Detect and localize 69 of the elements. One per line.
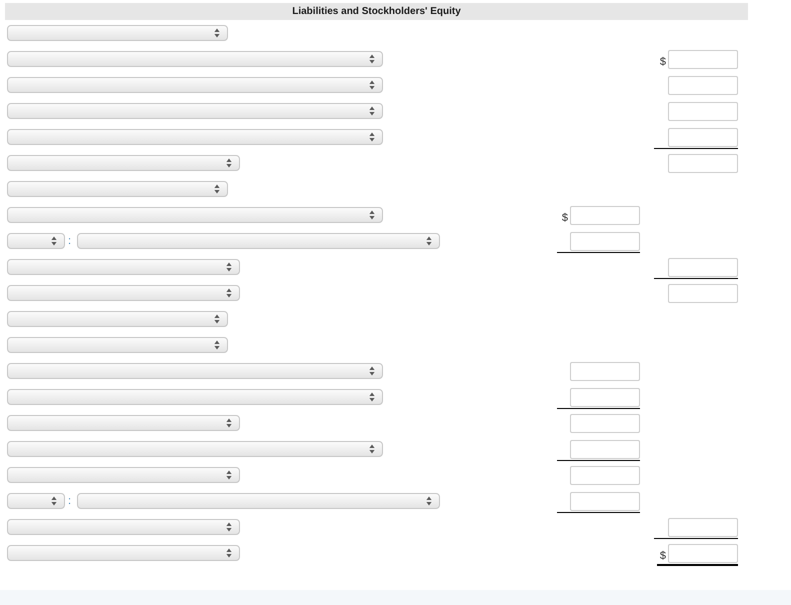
- updown-caret-icon: [226, 158, 232, 168]
- colon-separator: :: [68, 235, 72, 247]
- amount-field[interactable]: [668, 102, 738, 121]
- amount-field[interactable]: [668, 284, 738, 303]
- colon-separator: :: [68, 495, 72, 507]
- dropdown[interactable]: [7, 493, 65, 509]
- dropdown[interactable]: [7, 415, 240, 431]
- updown-caret-icon: [226, 418, 232, 428]
- updown-caret-icon: [369, 132, 375, 142]
- amount-field[interactable]: [668, 50, 738, 69]
- dropdown[interactable]: [7, 155, 240, 171]
- amount-field[interactable]: [570, 466, 640, 485]
- dropdown[interactable]: [7, 25, 228, 41]
- amount-field[interactable]: [570, 232, 640, 251]
- updown-caret-icon: [51, 236, 57, 246]
- dropdown[interactable]: [77, 233, 440, 249]
- updown-caret-icon: [369, 54, 375, 64]
- amount-field[interactable]: [668, 544, 738, 563]
- dropdown[interactable]: [7, 129, 383, 145]
- amount-field[interactable]: [570, 362, 640, 381]
- dropdown[interactable]: [7, 545, 240, 561]
- updown-caret-icon: [226, 470, 232, 480]
- updown-caret-icon: [214, 28, 220, 38]
- amount-field[interactable]: [668, 154, 738, 173]
- dollar-sign: $: [660, 56, 666, 68]
- updown-caret-icon: [369, 80, 375, 90]
- updown-caret-icon: [214, 314, 220, 324]
- amount-field[interactable]: [668, 518, 738, 537]
- dropdown[interactable]: [7, 103, 383, 119]
- updown-caret-icon: [369, 366, 375, 376]
- updown-caret-icon: [51, 496, 57, 506]
- amount-field[interactable]: [570, 414, 640, 433]
- updown-caret-icon: [426, 496, 432, 506]
- amount-field[interactable]: [668, 76, 738, 95]
- updown-caret-icon: [426, 236, 432, 246]
- dropdown[interactable]: [7, 363, 383, 379]
- section-heading: Liabilities and Stockholders' Equity: [5, 3, 748, 20]
- dropdown[interactable]: [77, 493, 440, 509]
- dropdown[interactable]: [7, 441, 383, 457]
- dollar-sign: $: [660, 550, 666, 562]
- dropdown[interactable]: [7, 51, 383, 67]
- amount-field[interactable]: [570, 492, 640, 511]
- updown-caret-icon: [214, 184, 220, 194]
- dropdown[interactable]: [7, 337, 228, 353]
- amount-field[interactable]: [668, 258, 738, 277]
- dollar-sign: $: [562, 212, 568, 224]
- updown-caret-icon: [369, 444, 375, 454]
- updown-caret-icon: [226, 522, 232, 532]
- dropdown[interactable]: [7, 77, 383, 93]
- amount-field[interactable]: [570, 206, 640, 225]
- amount-field[interactable]: [668, 128, 738, 147]
- amount-field[interactable]: [570, 388, 640, 407]
- dropdown[interactable]: [7, 311, 228, 327]
- dropdown[interactable]: [7, 285, 240, 301]
- dropdown[interactable]: [7, 389, 383, 405]
- updown-caret-icon: [226, 262, 232, 272]
- dropdown[interactable]: [7, 259, 240, 275]
- updown-caret-icon: [214, 340, 220, 350]
- dropdown[interactable]: [7, 207, 383, 223]
- updown-caret-icon: [369, 106, 375, 116]
- dropdown[interactable]: [7, 233, 65, 249]
- updown-caret-icon: [369, 210, 375, 220]
- dropdown[interactable]: [7, 519, 240, 535]
- dropdown[interactable]: [7, 467, 240, 483]
- updown-caret-icon: [369, 392, 375, 402]
- dropdown[interactable]: [7, 181, 228, 197]
- amount-field[interactable]: [570, 440, 640, 459]
- updown-caret-icon: [226, 548, 232, 558]
- updown-caret-icon: [226, 288, 232, 298]
